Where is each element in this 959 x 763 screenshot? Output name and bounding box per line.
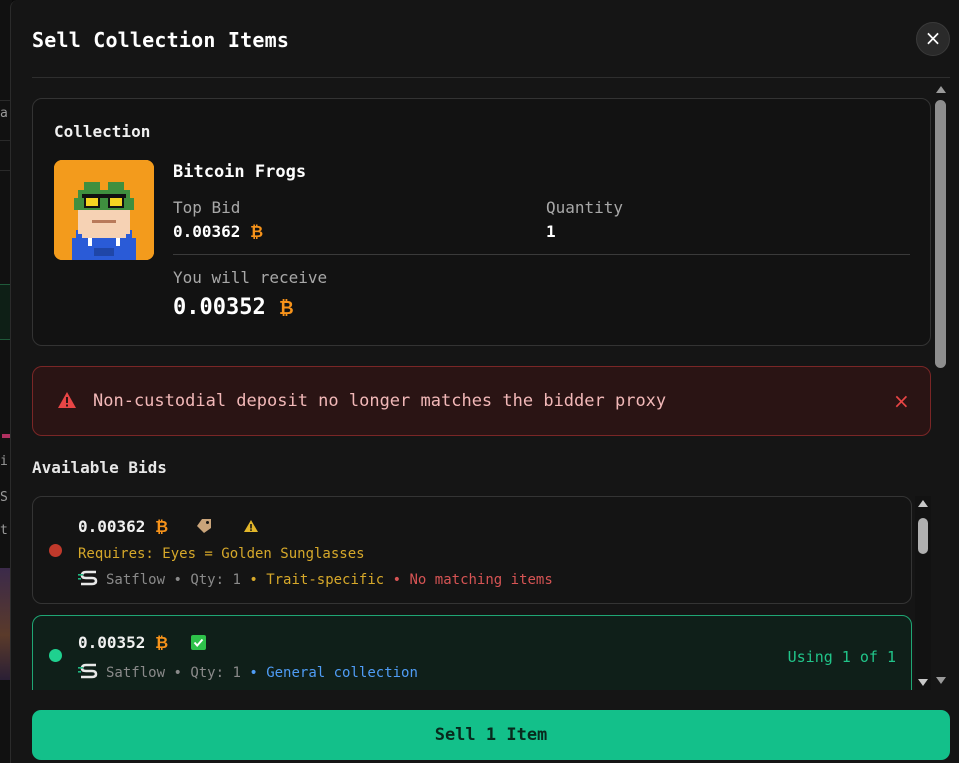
scroll-up-arrow[interactable] — [918, 500, 928, 507]
marketplace-name: Satflow — [106, 665, 166, 681]
top-bid-value: 0.00362 ₿ — [173, 222, 263, 242]
bid-qty: Qty: 1 — [190, 665, 241, 681]
bids-scrollbar[interactable] — [915, 496, 931, 690]
bid-price: 0.00352 ₿ — [78, 633, 207, 653]
bitcoin-icon: ₿ — [250, 222, 264, 241]
satflow-logo-icon — [78, 570, 98, 586]
frog-avatar — [54, 160, 154, 260]
receive-amount: 0.00352 — [173, 295, 266, 320]
receive-label: You will receive — [173, 268, 328, 287]
scroll-up-arrow[interactable] — [936, 86, 946, 93]
bid-requirement: Requires: Eyes = Golden Sunglasses — [78, 546, 365, 562]
collection-section-label: Collection — [54, 122, 151, 141]
bid-price: 0.00362 ₿ — [78, 517, 259, 537]
collection-card: Collection Bitcoin Frogs Top Bid 0.00362… — [32, 98, 931, 346]
card-divider — [173, 254, 910, 255]
bitcoin-icon: ₿ — [155, 517, 169, 536]
error-message: Non-custodial deposit no longer matches … — [93, 391, 667, 411]
sell-button[interactable]: Sell 1 Item — [32, 710, 950, 760]
collection-image — [54, 160, 154, 260]
bid-amount: 0.00352 — [78, 633, 146, 652]
receive-value: 0.00352 ₿ — [173, 295, 294, 320]
scroll-down-arrow[interactable] — [918, 679, 928, 686]
top-bid-label: Top Bid — [173, 198, 241, 217]
bitcoin-icon: ₿ — [155, 633, 169, 652]
warning-icon — [243, 520, 258, 532]
collection-name: Bitcoin Frogs — [173, 162, 307, 182]
tag-icon — [197, 519, 212, 533]
marketplace-name: Satflow — [106, 572, 166, 588]
available-bids-label: Available Bids — [32, 458, 167, 477]
bid-amount: 0.00362 — [78, 517, 146, 536]
bid-note: No matching items — [409, 572, 553, 588]
status-dot-unavailable — [49, 544, 62, 557]
scroll-down-arrow[interactable] — [936, 677, 946, 684]
quantity-label: Quantity — [546, 198, 624, 217]
dismiss-error-button[interactable]: × — [893, 389, 910, 413]
modal-title: Sell Collection Items — [32, 28, 290, 52]
status-dot-available — [49, 649, 62, 662]
check-icon — [191, 635, 207, 650]
bitcoin-icon: ₿ — [278, 298, 294, 319]
bid-qty: Qty: 1 — [190, 572, 241, 588]
satflow-logo-icon — [78, 663, 98, 679]
scrollbar-thumb[interactable] — [935, 100, 946, 368]
top-bid-amount: 0.00362 — [173, 222, 241, 241]
bid-type: General collection — [266, 665, 418, 681]
bg-marker — [2, 434, 10, 438]
bid-meta: Satflow • Qty: 1 • General collection — [78, 662, 418, 681]
bid-card-selected[interactable]: 0.00352 ₿ Satflow • Qty: 1 • General col… — [32, 615, 912, 690]
bids-list[interactable]: 0.00362 ₿ Requires: Eyes = Golden Sungla… — [32, 496, 912, 690]
modal-scrollbar[interactable] — [933, 80, 949, 690]
modal-scroll-area[interactable]: Collection Bitcoin Frogs Top Bid 0.00362… — [32, 78, 932, 690]
bid-card[interactable]: 0.00362 ₿ Requires: Eyes = Golden Sungla… — [32, 496, 912, 604]
sell-collection-modal: Sell Collection Items × Collection Bitco… — [10, 0, 959, 763]
warning-icon — [57, 391, 77, 413]
error-banner: Non-custodial deposit no longer matches … — [32, 366, 931, 436]
close-button[interactable]: × — [916, 22, 950, 56]
bid-type: Trait-specific — [266, 572, 385, 588]
using-count: Using 1 of 1 — [787, 648, 896, 666]
quantity-value: 1 — [546, 222, 556, 241]
bid-meta: Satflow • Qty: 1 • Trait-specific • No m… — [78, 569, 553, 588]
scrollbar-thumb[interactable] — [918, 518, 928, 554]
